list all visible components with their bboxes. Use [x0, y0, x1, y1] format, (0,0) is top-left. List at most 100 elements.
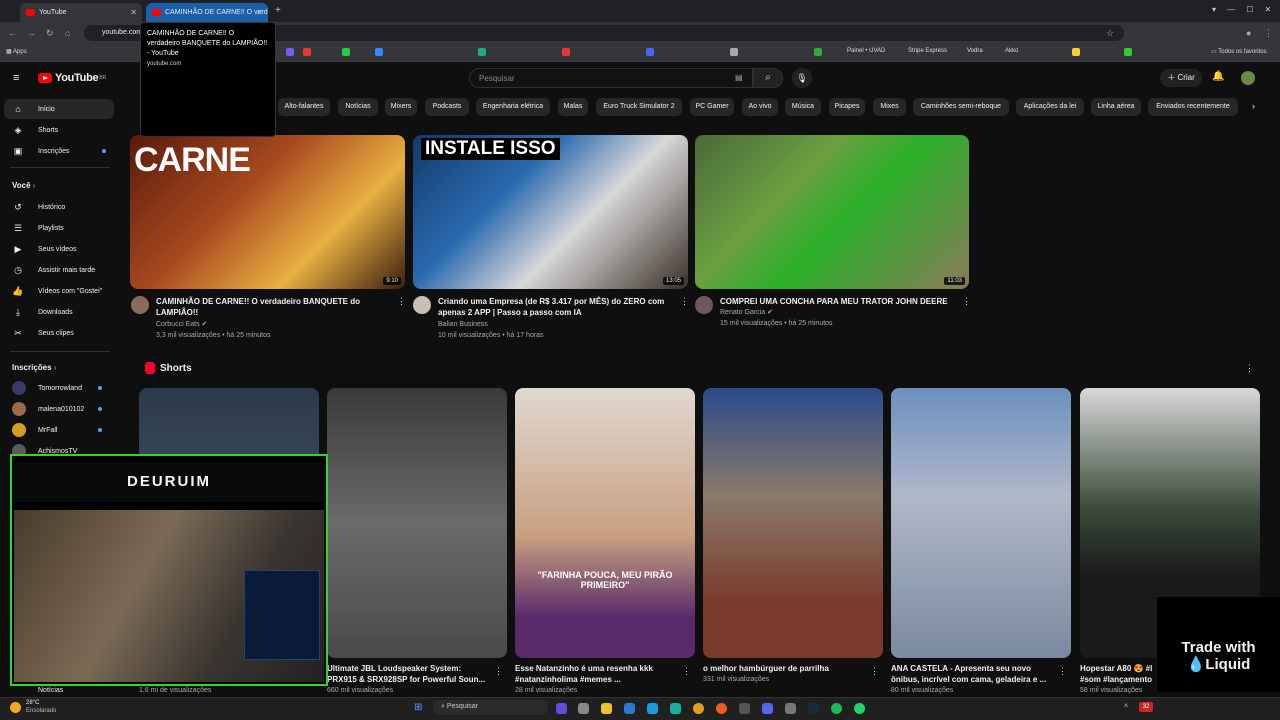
more-options-icon[interactable]: ⋮: [1058, 666, 1067, 677]
app-icon[interactable]: [739, 703, 750, 714]
bookmark-icon[interactable]: [730, 48, 738, 56]
notifications-bell-icon[interactable]: 🔔: [1212, 71, 1224, 82]
chip[interactable]: Mixers: [385, 98, 417, 116]
menu-icon[interactable]: ⋮: [1264, 28, 1273, 39]
edge-icon[interactable]: [670, 703, 681, 714]
sidebar-item-playlists[interactable]: ☰ Playlists: [4, 218, 114, 238]
bookmark-icon[interactable]: [286, 48, 294, 56]
bookmark-icon[interactable]: [342, 48, 350, 56]
app-icon[interactable]: [578, 703, 589, 714]
video-thumbnail[interactable]: INSTALE ISSO 13:05: [413, 135, 688, 289]
short-title[interactable]: Hopestar A80 😍 #l #som #lançamento: [1080, 663, 1156, 685]
profile-icon[interactable]: ●: [1246, 28, 1251, 38]
chip[interactable]: PC Gamer: [690, 98, 734, 116]
forward-icon[interactable]: →: [27, 28, 36, 38]
short-thumbnail[interactable]: "FARINHA POUCA, MEU PIRÃO PRIMEIRO": [515, 388, 695, 658]
short-thumbnail[interactable]: [703, 388, 883, 658]
voice-search-button[interactable]: 🎙: [792, 68, 812, 88]
sidebar-subscription[interactable]: malena010102: [12, 402, 102, 416]
sidebar-item-subscriptions[interactable]: ▣ Inscrições: [4, 141, 114, 161]
channel-avatar[interactable]: [131, 296, 149, 314]
close-icon[interactable]: ✕: [256, 8, 263, 17]
channel-name[interactable]: Renato Garcia ✔: [720, 307, 773, 318]
reload-icon[interactable]: ↻: [46, 28, 54, 39]
bookmark-vodra[interactable]: Vodra: [967, 48, 983, 54]
more-options-icon[interactable]: ⋮: [682, 666, 691, 677]
notification-badge[interactable]: 32: [1139, 702, 1153, 712]
star-icon[interactable]: ☆: [1106, 28, 1114, 39]
channel-name[interactable]: Corbucci Eats ✔: [156, 319, 207, 330]
home-icon[interactable]: ⌂: [65, 28, 70, 38]
all-favorites-folder[interactable]: ▭ Todos os favoritos: [1211, 48, 1267, 55]
video-thumbnail[interactable]: CARNE 9:10: [130, 135, 405, 289]
bookmark-icon[interactable]: [562, 48, 570, 56]
tray-chevron-icon[interactable]: ˄: [1124, 703, 1128, 710]
chip[interactable]: Caminhões semi-reboque: [913, 98, 1009, 116]
you-section-heading[interactable]: Você ›: [12, 181, 35, 190]
sidebar-item-downloads[interactable]: ⤓ Downloads: [4, 302, 114, 322]
app-icon[interactable]: [785, 703, 796, 714]
short-thumbnail[interactable]: [327, 388, 507, 658]
whatsapp-icon[interactable]: [854, 703, 865, 714]
firefox-icon[interactable]: [716, 703, 727, 714]
subscriptions-section-heading[interactable]: Inscrições ›: [12, 363, 56, 372]
chip[interactable]: Picapes: [829, 98, 865, 116]
bookmark-painel[interactable]: Painel • UVAD: [847, 48, 885, 54]
sidebar-item-history[interactable]: ↺ Histórico: [4, 197, 114, 217]
discord-icon[interactable]: [762, 703, 773, 714]
windows-start-icon[interactable]: ⊞: [414, 702, 422, 713]
chip[interactable]: Notícias: [338, 98, 378, 116]
tab-caminhao[interactable]: CAMINHÃO DE CARNE!! O verd ✕: [146, 3, 268, 22]
chip[interactable]: Mixes: [873, 98, 906, 116]
chip[interactable]: Aplicações da lei: [1016, 98, 1084, 116]
bookmark-icon[interactable]: [1072, 48, 1080, 56]
chip[interactable]: Música: [785, 98, 821, 116]
create-button[interactable]: ＋ Criar: [1160, 69, 1202, 87]
more-options-icon[interactable]: ⋮: [494, 666, 503, 677]
sidebar-item-news[interactable]: Notícias: [12, 686, 63, 694]
short-title[interactable]: Ultimate JBL Loudspeaker System: PRX915 …: [327, 663, 492, 685]
chip[interactable]: Alto-falantes: [278, 98, 330, 116]
sidebar-item-shorts[interactable]: ◈ Shorts: [4, 120, 114, 140]
new-tab-button[interactable]: +: [275, 5, 281, 16]
folder-icon[interactable]: [601, 703, 612, 714]
search-button[interactable]: ⌕: [753, 68, 783, 88]
sidebar-item-home[interactable]: ⌂ Início: [4, 99, 114, 119]
video-title[interactable]: COMPREI UMA CONCHA PARA MEU TRATOR JOHN …: [720, 296, 956, 307]
close-icon[interactable]: ✕: [130, 8, 137, 17]
more-options-icon[interactable]: ⋮: [1245, 363, 1254, 374]
chip[interactable]: Engenharia elétrica: [476, 98, 550, 116]
channel-name[interactable]: Balian Business: [438, 319, 488, 330]
sidebar-subscription[interactable]: MrFall: [12, 423, 102, 437]
tab-youtube[interactable]: YouTube ✕: [20, 3, 142, 22]
bookmark-icon[interactable]: [814, 48, 822, 56]
chip[interactable]: Enviados recentemente: [1148, 98, 1238, 116]
sidebar-item-your-videos[interactable]: ▶ Seus vídeos: [4, 239, 114, 259]
keyboard-icon[interactable]: ▤: [735, 73, 743, 82]
chip[interactable]: Ao vivo: [742, 98, 778, 116]
spotify-icon[interactable]: [831, 703, 842, 714]
more-options-icon[interactable]: ⋮: [870, 666, 879, 677]
short-title[interactable]: ANA CASTELA - Apresenta seu novo ônibus,…: [891, 663, 1056, 685]
bookmark-stripe[interactable]: Stripe Express: [908, 48, 947, 54]
short-title[interactable]: Esse Natanzinho é uma resenha kkk #natan…: [515, 663, 680, 685]
bookmark-icon[interactable]: [375, 48, 383, 56]
bookmark-icon[interactable]: [1124, 48, 1132, 56]
back-icon[interactable]: ←: [8, 28, 17, 38]
sidebar-subscription[interactable]: Tomorrowland: [12, 381, 102, 395]
video-thumbnail[interactable]: 11:03: [695, 135, 969, 289]
more-options-icon[interactable]: ⋮: [397, 296, 406, 307]
sidebar-item-watch-later[interactable]: ◷ Assistir mais tarde: [4, 260, 114, 280]
apps-bookmark[interactable]: ▦ Apps: [6, 48, 27, 55]
hamburger-menu-icon[interactable]: ≡: [13, 72, 19, 84]
taskbar-search[interactable]: ⌕ Pesquisar: [433, 700, 548, 715]
youtube-logo[interactable]: YouTube BR: [38, 72, 106, 84]
channel-avatar[interactable]: [413, 296, 431, 314]
weather-icon[interactable]: [10, 702, 21, 713]
chip[interactable]: Linha aérea: [1091, 98, 1141, 116]
short-thumbnail[interactable]: [891, 388, 1071, 658]
video-title[interactable]: CAMINHÃO DE CARNE!! O verdadeiro BANQUET…: [156, 296, 386, 318]
app-icon[interactable]: [624, 703, 635, 714]
bookmark-akko[interactable]: Akko: [1005, 48, 1018, 54]
search-input[interactable]: Pesquisar: [469, 68, 753, 88]
